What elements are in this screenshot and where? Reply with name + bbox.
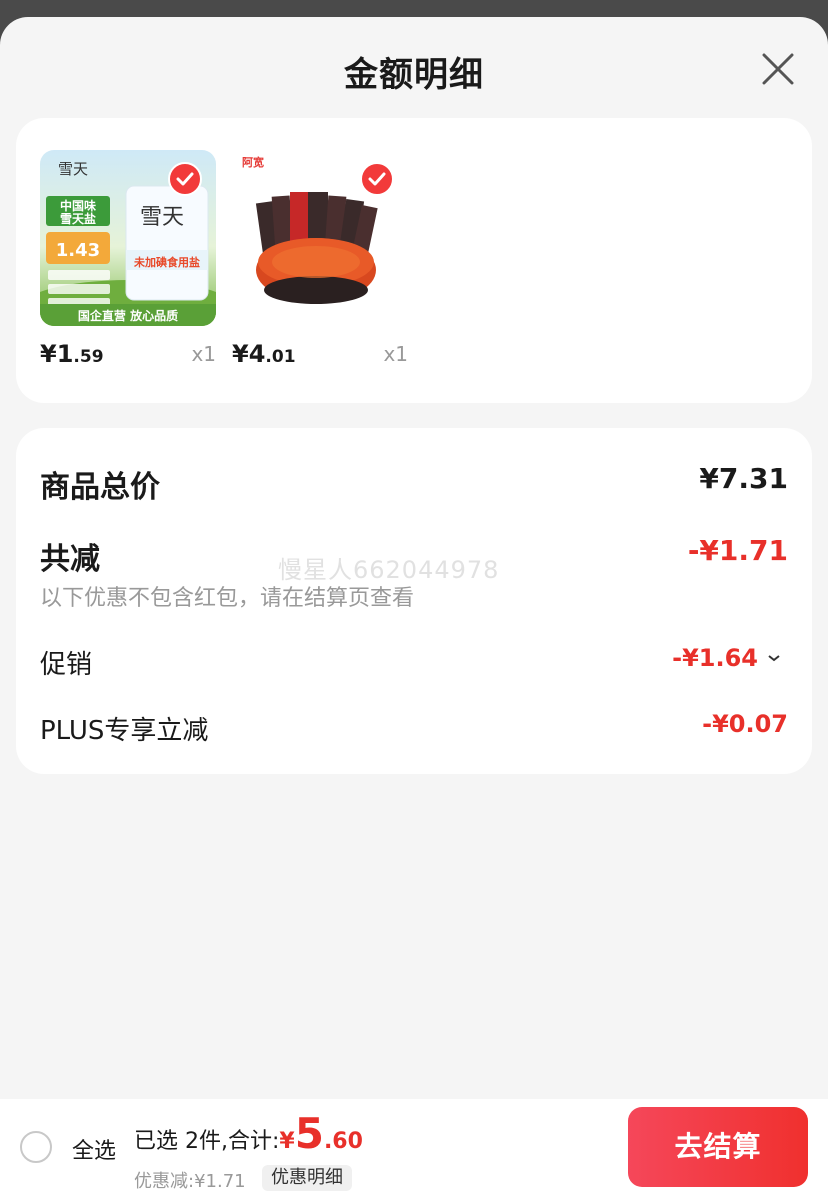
- selected-summary: 已选 2件,合计:¥5.60: [134, 1109, 363, 1158]
- checkout-bar: 全选 已选 2件,合计:¥5.60 优惠减:¥1.71 优惠明细 去结算: [0, 1099, 828, 1196]
- total-price-label: 商品总价: [40, 470, 160, 505]
- close-icon[interactable]: [760, 51, 796, 87]
- product-price: ¥1.59: [40, 340, 104, 368]
- svg-text:中国味: 中国味: [60, 198, 96, 213]
- sheet-title: 金额明细: [344, 55, 484, 95]
- product-image-noodles[interactable]: 阿宽: [232, 150, 408, 326]
- selected-count-text: 已选 2件,合计:: [134, 1129, 280, 1154]
- product-banner: 国企直营 放心品质: [78, 308, 178, 323]
- total-currency: ¥: [279, 1129, 295, 1154]
- watermark: 慢星人662044978: [278, 556, 500, 584]
- promo-row[interactable]: 促销 -¥1.64: [40, 644, 788, 680]
- product-image-salt[interactable]: 未加碘食用盐 雪天 雪天 中国味 雪天盐 1.43 国企直营 放心品质: [40, 150, 216, 326]
- chevron-down-icon: [768, 655, 780, 662]
- products-card: 未加碘食用盐 雪天 雪天 中国味 雪天盐 1.43 国企直营 放心品质 ¥1.5…: [16, 118, 812, 403]
- select-all-label[interactable]: 全选: [72, 1133, 116, 1165]
- bag-label: 未加碘食用盐: [133, 255, 200, 269]
- bag-brand: 雪天: [140, 205, 184, 230]
- product-item-salt[interactable]: 未加碘食用盐 雪天 雪天 中国味 雪天盐 1.43 国企直营 放心品质 ¥1.5…: [40, 150, 216, 368]
- promo-value[interactable]: -¥1.64: [672, 644, 782, 672]
- total-amount-dec: .60: [323, 1129, 363, 1154]
- noodle-brand: 阿宽: [242, 155, 264, 169]
- total-price-row: 商品总价 ¥7.31: [40, 462, 788, 505]
- select-all-radio[interactable]: [20, 1131, 52, 1163]
- product-price: ¥4.01: [232, 340, 296, 368]
- product-price-row: ¥1.59 x1: [40, 340, 216, 370]
- discount-detail-button[interactable]: 优惠明细: [262, 1165, 352, 1191]
- svg-text:雪天盐: 雪天盐: [60, 211, 96, 226]
- total-reduce-label: 共减: [40, 542, 100, 577]
- product-item-noodles[interactable]: 阿宽 ¥4.01 x1: [232, 150, 408, 368]
- plus-reduce-row: PLUS专享立减 -¥0.07: [40, 710, 788, 746]
- check-icon[interactable]: [360, 162, 394, 196]
- total-reduce-value: -¥1.71: [687, 534, 788, 567]
- plus-reduce-value: -¥0.07: [702, 710, 788, 738]
- check-icon[interactable]: [168, 162, 202, 196]
- total-price-value: ¥7.31: [699, 462, 788, 495]
- checkout-button[interactable]: 去结算: [628, 1107, 808, 1187]
- total-amount-int: 5: [294, 1109, 324, 1158]
- promo-label: 促销: [40, 650, 93, 680]
- product-quantity: x1: [191, 342, 216, 366]
- promo-price-badge: 1.43: [56, 240, 100, 261]
- discount-text: 优惠减:¥1.71: [134, 1171, 246, 1192]
- corner-brand: 雪天: [58, 160, 88, 178]
- product-price-row: ¥4.01 x1: [232, 340, 408, 370]
- plus-reduce-label: PLUS专享立减: [40, 716, 209, 746]
- amount-detail-sheet: 金额明细 未加碘食用盐 雪天 雪天 中国味 雪天盐 1.43 国企直营 放心品质…: [0, 17, 828, 1196]
- price-summary-card: 商品总价 ¥7.31 共减 -¥1.71 以下优惠不包含红包，请在结算页查看 慢…: [16, 428, 812, 774]
- product-quantity: x1: [383, 342, 408, 366]
